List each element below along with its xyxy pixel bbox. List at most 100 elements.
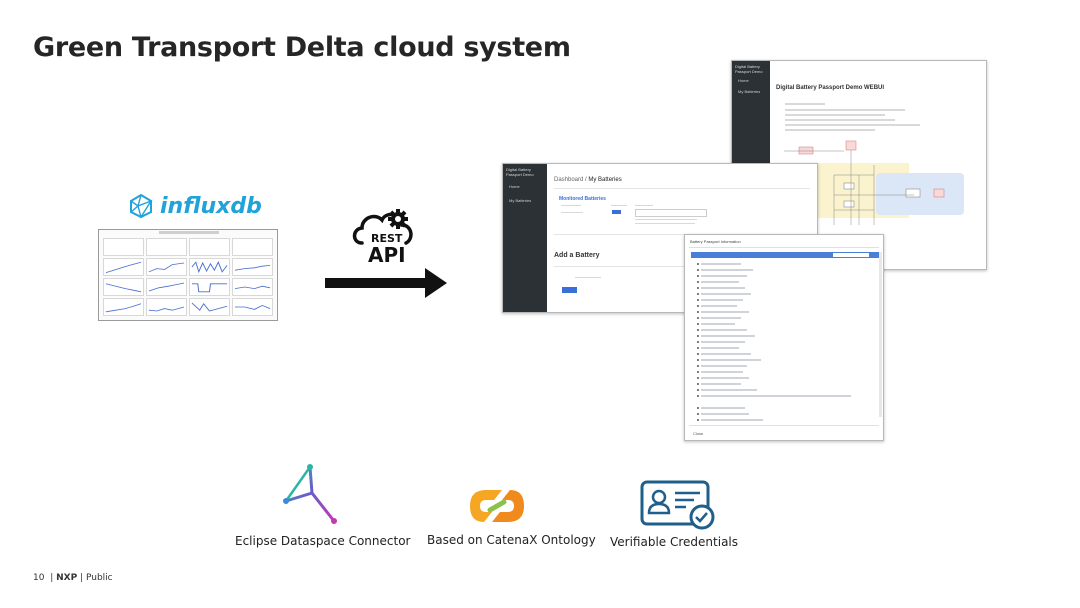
tree-row[interactable] (701, 263, 741, 265)
tree-bullet[interactable] (697, 395, 699, 397)
influxdb-logo-icon (130, 193, 153, 219)
sidebar-title: Digital Battery Passport Demo (506, 167, 534, 177)
dashboard-panel (232, 238, 273, 256)
tree-row[interactable] (701, 407, 745, 409)
tree-bullet[interactable] (697, 293, 699, 295)
tree-bullet[interactable] (697, 383, 699, 385)
tree-row[interactable] (701, 287, 745, 289)
tree-bullet[interactable] (697, 341, 699, 343)
tree-row[interactable] (701, 275, 747, 277)
tree-row[interactable] (701, 383, 741, 385)
tree-bullet[interactable] (697, 263, 699, 265)
tree-bullet[interactable] (697, 269, 699, 271)
influxdb-dashboard-thumbnail (98, 229, 278, 321)
tree-row[interactable] (701, 377, 749, 379)
dashboard-panel (103, 258, 144, 276)
dashboard-panel (232, 298, 273, 316)
tree-row[interactable] (701, 335, 755, 337)
tree-bullet[interactable] (697, 347, 699, 349)
dialog-scrollbar[interactable] (879, 252, 882, 417)
battery-action-icons[interactable] (612, 210, 621, 214)
tree-row[interactable] (701, 389, 757, 391)
eclipse-dataspace-connector-label: Eclipse Dataspace Connector (235, 534, 411, 548)
tree-row[interactable] (701, 305, 737, 307)
tree-row[interactable] (701, 353, 751, 355)
tree-bullet[interactable] (697, 281, 699, 283)
tree-bullet[interactable] (697, 305, 699, 307)
tree-bullet[interactable] (697, 359, 699, 361)
page-number: 10 (33, 573, 45, 583)
tree-row[interactable] (701, 371, 743, 373)
tree-row[interactable] (701, 395, 851, 397)
breadcrumb-separator: / (585, 177, 587, 183)
footer-separator: | (80, 573, 84, 583)
tree-row[interactable] (701, 359, 761, 361)
sidebar-item-home[interactable]: Home (738, 78, 749, 83)
catenax-logo-icon (470, 490, 524, 522)
influxdb-wordmark: influxdb (160, 193, 262, 219)
classification: Public (85, 573, 113, 583)
tree-bullet[interactable] (697, 335, 699, 337)
dialog-close-button[interactable]: Close (693, 431, 703, 436)
sidebar-title: Digital Battery Passport Demo (735, 64, 763, 74)
tree-row[interactable] (701, 281, 739, 283)
sidebar-item-home[interactable]: Home (509, 184, 520, 189)
tree-bullet[interactable] (697, 389, 699, 391)
tree-row[interactable] (701, 317, 741, 319)
dashboard-panel (103, 238, 144, 256)
tree-row[interactable] (701, 329, 747, 331)
dashboard-panel (189, 278, 230, 296)
battery-passport-dialog-screenshot: Battery Passport Information Close (684, 234, 884, 441)
footer-separator: | (50, 573, 54, 583)
tree-bullet[interactable] (697, 407, 699, 409)
tree-bullet[interactable] (697, 287, 699, 289)
cloud-gear-icon: REST API (352, 209, 413, 267)
tree-bullet[interactable] (697, 323, 699, 325)
flow-arrow-icon (325, 268, 447, 298)
sidebar-item-my-batteries[interactable]: My Batteries (738, 89, 760, 94)
tree-bullet[interactable] (697, 317, 699, 319)
tree-bullet[interactable] (697, 419, 699, 421)
breadcrumb-root[interactable]: Dashboard (554, 177, 583, 183)
rest-api-line2: API (368, 243, 406, 267)
add-battery-button[interactable] (562, 287, 577, 293)
tree-row[interactable] (701, 293, 751, 295)
tree-row[interactable] (701, 341, 745, 343)
dashboard-panel (189, 258, 230, 276)
dashboard-title-bar (159, 231, 219, 234)
page-heading: Digital Battery Passport Demo WEBUI (776, 85, 885, 91)
breadcrumb-current: My Batteries (588, 177, 622, 183)
dialog-title: Battery Passport Information (690, 239, 741, 244)
tree-bullet[interactable] (697, 353, 699, 355)
tree-bullet[interactable] (697, 365, 699, 367)
tree-bullet[interactable] (697, 311, 699, 313)
eclipse-dataspace-connector-icon (283, 464, 337, 524)
tree-bullet[interactable] (697, 299, 699, 301)
webui-sidebar: Digital Battery Passport Demo Home My Ba… (503, 164, 547, 312)
dashboard-panel (232, 278, 273, 296)
tree-row[interactable] (701, 413, 749, 415)
passport-select[interactable] (635, 209, 707, 217)
dashboard-panel (146, 258, 187, 276)
tree-row[interactable] (701, 365, 747, 367)
tree-row[interactable] (701, 311, 749, 313)
tree-row[interactable] (701, 269, 753, 271)
tree-selected-row[interactable] (691, 252, 881, 258)
tree-row[interactable] (701, 347, 739, 349)
tree-row[interactable] (701, 299, 743, 301)
tree-row[interactable] (701, 419, 763, 421)
sidebar-item-my-batteries[interactable]: My Batteries (509, 198, 531, 203)
dashboard-panel (146, 278, 187, 296)
tree-row[interactable] (701, 323, 735, 325)
verifiable-credentials-label: Verifiable Credentials (610, 535, 739, 549)
dashboard-panel (103, 298, 144, 316)
dashboard-panel (232, 258, 273, 276)
company-name: NXP (56, 573, 78, 583)
tree-bullet[interactable] (697, 413, 699, 415)
tree-bullet[interactable] (697, 371, 699, 373)
dashboard-panel (189, 298, 230, 316)
tree-bullet[interactable] (697, 275, 699, 277)
catenax-label: Based on CatenaX Ontology (427, 533, 596, 547)
tree-bullet[interactable] (697, 377, 699, 379)
tree-bullet[interactable] (697, 329, 699, 331)
